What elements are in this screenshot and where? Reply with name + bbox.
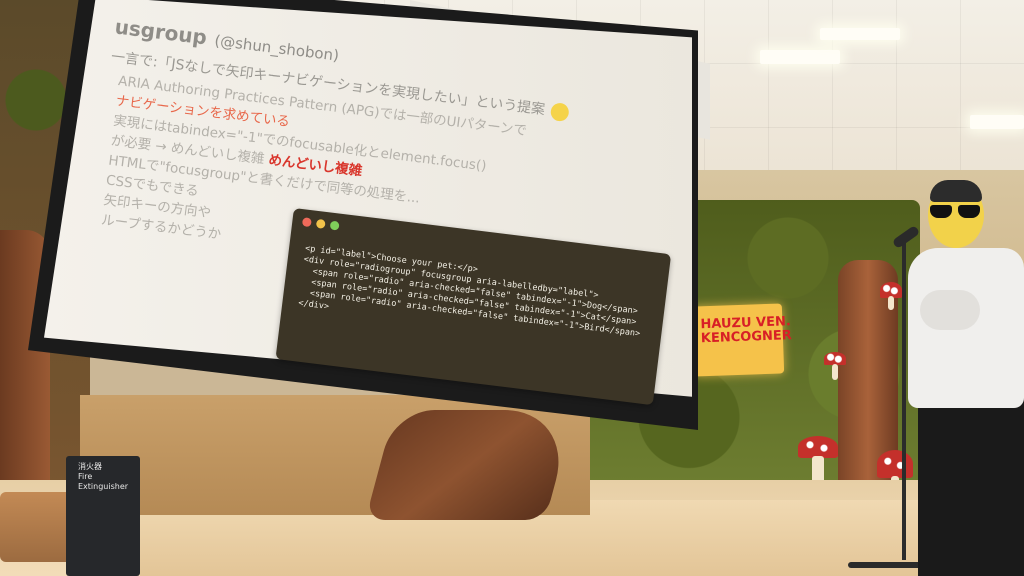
speaker-handle: (@shun_shobon) xyxy=(213,31,340,65)
code-text: <p id="label">Choose your pet:</p> <div r… xyxy=(298,244,646,351)
speaker-arm xyxy=(920,290,980,330)
slide-title-text: usgroup xyxy=(113,14,209,50)
window-close-dot xyxy=(301,217,312,228)
window-minimize-dot xyxy=(315,218,326,229)
ceiling-light xyxy=(970,115,1024,129)
stage-signboard: HAUZU VEN. KENCOGNER xyxy=(691,303,792,377)
extinguisher-label: 消火器 Fire Extinguisher xyxy=(78,462,140,492)
ceiling-light xyxy=(820,28,900,40)
sunglasses-icon xyxy=(930,205,982,219)
emoji-icon xyxy=(549,102,570,123)
extinguisher-label-en: Fire Extinguisher xyxy=(78,472,129,491)
speaker-hair xyxy=(930,180,982,202)
tree-stump-stool xyxy=(0,492,72,562)
speaker-trousers xyxy=(918,398,1024,576)
extinguisher-label-jp: 消火器 xyxy=(78,462,102,471)
ceiling-light xyxy=(760,50,840,64)
window-maximize-dot xyxy=(329,220,340,231)
fire-extinguisher-cabinet: 消火器 Fire Extinguisher xyxy=(66,456,140,576)
microphone-stand xyxy=(902,240,906,560)
signboard-text: HAUZU VEN. KENCOGNER xyxy=(700,314,793,347)
